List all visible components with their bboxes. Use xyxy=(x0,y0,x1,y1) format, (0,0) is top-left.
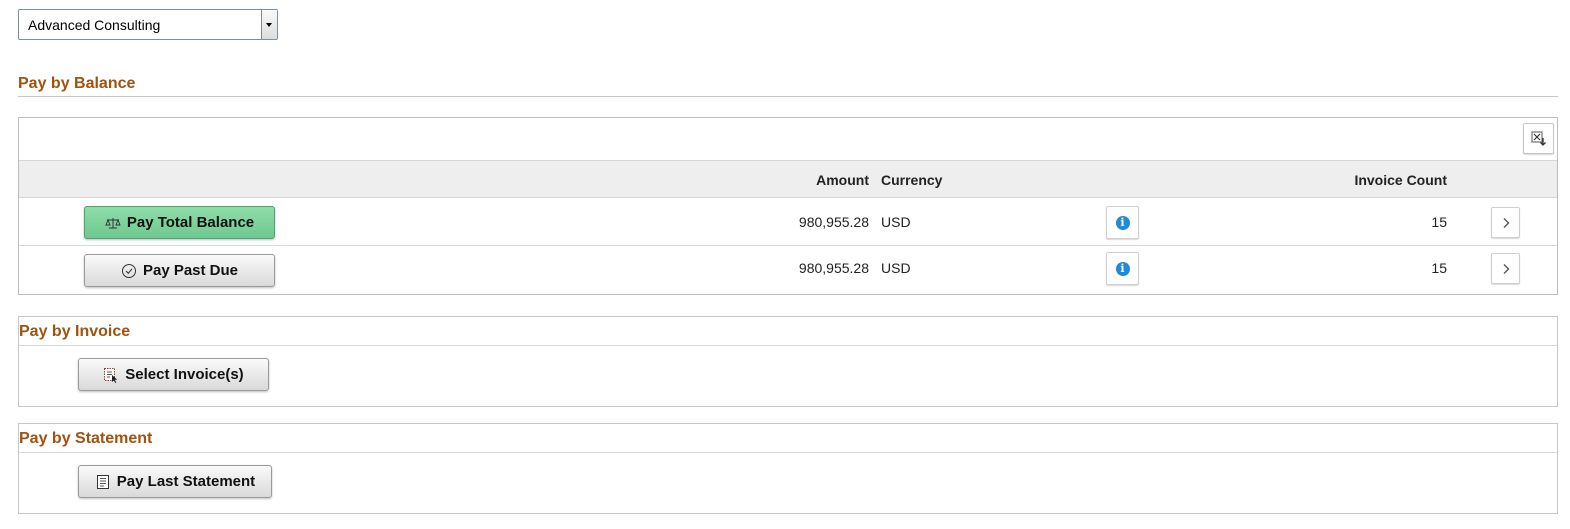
business-unit-dropdown[interactable]: Advanced Consulting xyxy=(18,9,278,40)
balance-grid: Amount Currency Invoice Count Pay Total … xyxy=(18,117,1558,295)
section-divider xyxy=(18,96,1558,97)
export-excel-icon xyxy=(1531,131,1546,146)
amount-cell: 980,955.28 xyxy=(798,260,869,276)
info-button[interactable]: i xyxy=(1106,252,1139,285)
section-divider xyxy=(19,452,1557,453)
select-invoice-icon xyxy=(103,367,119,383)
amount-cell: 980,955.28 xyxy=(798,214,869,230)
column-header-invoice-count: Invoice Count xyxy=(1354,172,1447,188)
pay-past-due-button[interactable]: Pay Past Due xyxy=(84,254,275,287)
invoice-count-cell: 15 xyxy=(1431,214,1447,230)
pay-last-statement-label: Pay Last Statement xyxy=(116,473,256,490)
pay-total-balance-label: Pay Total Balance xyxy=(126,214,255,231)
statement-icon xyxy=(95,474,111,490)
info-icon: i xyxy=(1115,215,1130,230)
currency-cell: USD xyxy=(881,260,911,276)
chevron-right-icon xyxy=(1503,217,1509,228)
invoice-count-cell: 15 xyxy=(1431,260,1447,276)
pay-total-balance-button[interactable]: Pay Total Balance xyxy=(84,206,275,239)
select-invoices-button[interactable]: Select Invoice(s) xyxy=(78,358,269,391)
pay-by-statement-panel: Pay by Statement Pay Last Statement xyxy=(18,423,1558,514)
export-excel-button[interactable] xyxy=(1523,123,1554,154)
pay-by-balance-title: Pay by Balance xyxy=(18,75,136,92)
row-detail-button[interactable] xyxy=(1491,253,1520,284)
currency-cell: USD xyxy=(881,214,911,230)
select-invoices-label: Select Invoice(s) xyxy=(125,366,244,383)
table-row: Pay Total Balance 980,955.28 USD i 15 xyxy=(19,198,1557,246)
scale-icon xyxy=(105,215,121,231)
column-header-amount: Amount xyxy=(816,172,869,188)
row-detail-button[interactable] xyxy=(1491,207,1520,238)
pay-by-invoice-panel: Pay by Invoice Select Invoice(s) xyxy=(18,316,1558,407)
chevron-right-icon xyxy=(1503,263,1509,274)
grid-header: Amount Currency Invoice Count xyxy=(19,160,1557,198)
pay-last-statement-button[interactable]: Pay Last Statement xyxy=(78,465,272,498)
section-divider xyxy=(19,345,1557,346)
column-header-currency: Currency xyxy=(881,172,943,188)
info-button[interactable]: i xyxy=(1106,206,1139,239)
clock-check-icon xyxy=(121,263,137,279)
pay-past-due-label: Pay Past Due xyxy=(142,262,239,279)
info-icon: i xyxy=(1115,261,1130,276)
dropdown-value: Advanced Consulting xyxy=(28,17,161,33)
dropdown-arrow-icon[interactable] xyxy=(261,10,277,39)
table-row: Pay Past Due 980,955.28 USD i 15 xyxy=(19,246,1557,294)
pay-by-invoice-title: Pay by Invoice xyxy=(19,323,131,340)
pay-by-statement-title: Pay by Statement xyxy=(19,430,153,447)
